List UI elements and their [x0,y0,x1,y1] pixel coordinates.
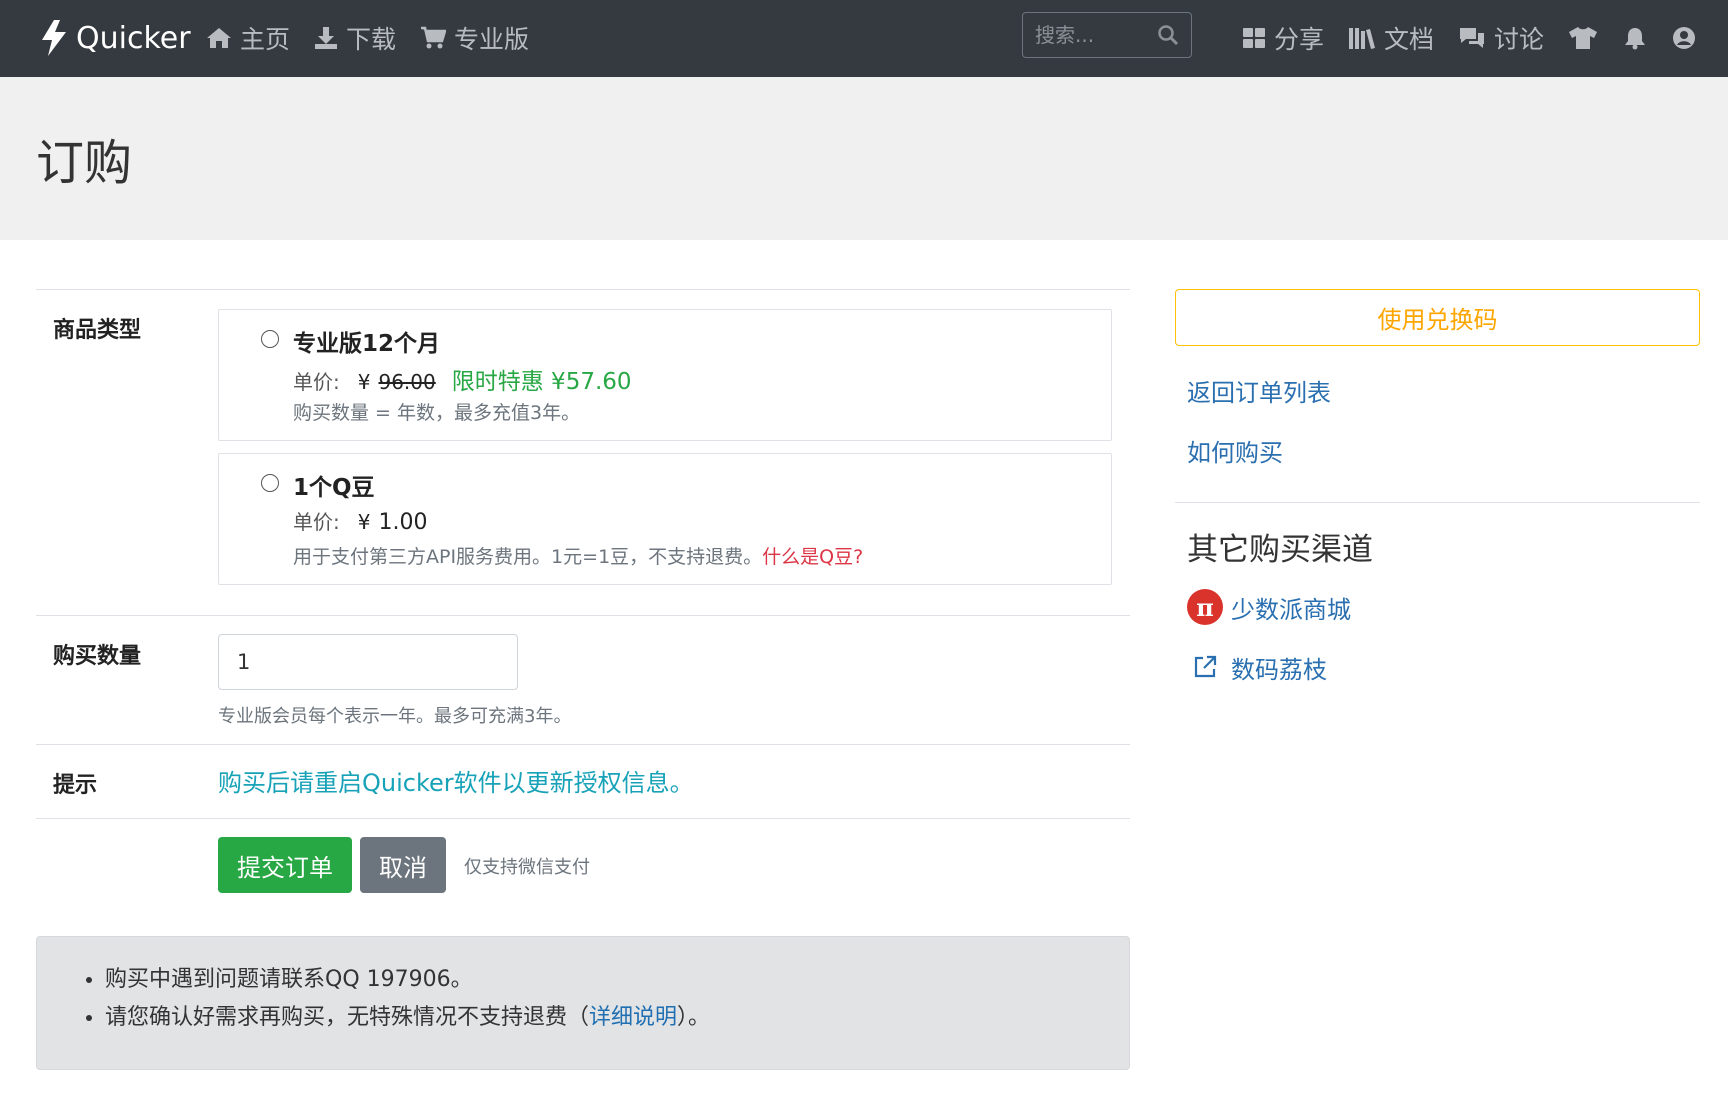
search-input[interactable] [1035,23,1155,47]
quantity-input[interactable]: 1 [218,634,518,690]
nav-docs-label: 文档 [1384,25,1435,54]
price-label: 单价: [293,370,340,394]
nav-home-label: 主页 [240,25,291,54]
nav-discuss-label: 讨论 [1494,25,1545,54]
nav-pro[interactable]: 专业版 [420,18,529,58]
cart-icon [421,26,447,49]
refund-details-link[interactable]: 详细说明 [589,1005,677,1030]
quantity-help-text: 专业版会员每个表示一年。最多可充满3年。 [218,706,572,727]
bell-icon [1625,28,1646,50]
qdou-description-text: 用于支付第三方API服务费用。1元=1豆，不支持退费。 [293,546,763,568]
brand-name: Quicker [76,20,191,56]
home-icon [207,28,231,48]
nav-discuss[interactable]: 讨论 [1458,18,1544,58]
external-link-icon [1187,649,1223,685]
channel-label: 数码荔枝 [1231,655,1327,684]
nav-share[interactable]: 分享 [1242,18,1324,58]
nav-pro-label: 专业版 [454,25,530,54]
other-channels-heading: 其它购买渠道 [1187,532,1373,568]
page-title: 订购 [36,135,133,191]
currency-symbol: ¥ [357,510,371,534]
tip-row: 提示 购买后请重启Quicker软件以更新授权信息。 [36,744,1130,818]
radio-qdou[interactable] [261,474,279,492]
how-to-buy-link[interactable]: 如何购买 [1187,433,1283,468]
nav-user[interactable] [1672,18,1696,58]
grid-icon [1243,28,1265,48]
page-header: 订购 [0,77,1728,240]
notice-item-contact: 购买中遇到问题请联系QQ 197906。 [105,961,710,993]
what-is-qdou-link[interactable]: 什么是Q豆? [762,546,863,568]
product-type-row: 商品类型 专业版12个月 单价: ¥ 96.00 限时特惠 ¥57.60 购买数… [36,289,1130,615]
search-icon[interactable] [1157,24,1179,46]
option-price: 单价: ¥ 96.00 限时特惠 ¥57.60 [293,362,632,396]
nav-share-label: 分享 [1274,25,1325,54]
library-icon [1349,28,1376,49]
option-card-qdou[interactable]: 1个Q豆 单价: ¥ 1.00 用于支付第三方API服务费用。1元=1豆，不支持… [218,453,1112,585]
notice-item-refund: 请您确认好需求再购买，无特殊情况不支持退费（详细说明）。 [105,999,710,1031]
option-price: 单价: ¥ 1.00 [293,506,427,535]
brand-logo[interactable]: Quicker [40,16,191,60]
nav-notifications[interactable] [1624,18,1646,58]
product-type-label: 商品类型 [53,318,142,343]
search-box [1022,12,1192,58]
tshirt-icon [1569,27,1598,49]
nav-docs[interactable]: 文档 [1348,18,1434,58]
sale-price: 限时特惠 ¥57.60 [451,369,632,395]
payment-note: 仅支持微信支付 [464,857,590,878]
tip-label: 提示 [53,773,98,798]
lightning-logo-icon [42,20,66,56]
unit-price: 1.00 [378,510,428,535]
option-description: 购买数量 = 年数，最多充值3年。 [293,402,581,424]
redeem-code-button[interactable]: 使用兑换码 [1175,289,1700,346]
original-price: 96.00 [378,370,436,394]
channel-label: 少数派商城 [1231,595,1351,624]
pi-icon: π [1187,589,1223,625]
action-row: 提交订单 取消 仅支持微信支付 [36,818,1130,908]
currency-symbol: ¥ [357,370,371,394]
sidebar-divider [1175,502,1700,503]
option-title: 专业版12个月 [293,331,441,357]
channel-sspai[interactable]: π 少数派商城 [1187,589,1351,625]
quantity-row: 购买数量 1 专业版会员每个表示一年。最多可充满3年。 [36,615,1130,744]
download-icon [315,27,338,49]
user-icon [1673,27,1696,49]
option-description: 用于支付第三方API服务费用。1元=1豆，不支持退费。什么是Q豆? [293,542,863,569]
refund-text-end: ）。 [677,1005,711,1030]
tip-text: 购买后请重启Quicker软件以更新授权信息。 [218,769,694,797]
submit-order-button[interactable]: 提交订单 [218,837,352,893]
nav-skin[interactable] [1568,18,1598,58]
nav-download[interactable]: 下载 [314,18,396,58]
back-to-orders-link[interactable]: 返回订单列表 [1187,373,1331,408]
nav-download-label: 下载 [346,25,397,54]
price-label: 单价: [293,510,340,534]
refund-text: 请您确认好需求再购买，无特殊情况不支持退费（ [105,1005,590,1030]
option-card-pro-12m[interactable]: 专业版12个月 单价: ¥ 96.00 限时特惠 ¥57.60 购买数量 = 年… [218,309,1112,441]
option-title: 1个Q豆 [293,475,375,501]
comments-icon [1460,28,1485,48]
top-navbar: Quicker 主页 下载 专业版 分享 文档 讨论 [0,0,1728,77]
notice-box: 购买中遇到问题请联系QQ 197906。 请您确认好需求再购买，无特殊情况不支持… [36,936,1130,1070]
channel-shumalizhi[interactable]: 数码荔枝 [1187,649,1327,685]
quantity-label: 购买数量 [53,644,142,669]
nav-home[interactable]: 主页 [206,18,290,58]
cancel-button[interactable]: 取消 [360,837,446,893]
radio-pro-12m[interactable] [261,330,279,348]
